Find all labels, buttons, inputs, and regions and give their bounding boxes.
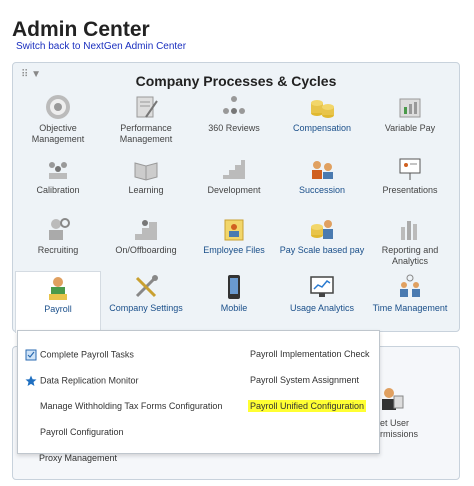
task-icon <box>25 349 37 361</box>
recruiting-icon <box>49 218 70 240</box>
star-icon <box>25 375 37 386</box>
tile-label: Time Management <box>372 303 448 313</box>
tile-label: Performance Management <box>119 123 173 144</box>
tile-label: Payroll <box>44 304 72 314</box>
tools-icon <box>135 275 158 298</box>
menu-item-data-replication-monitor[interactable]: Data Replication Monitor <box>25 375 139 387</box>
presentation-icon <box>399 158 421 180</box>
tile-label: Development <box>207 185 261 195</box>
tile-presentations[interactable]: Presentations <box>367 155 453 196</box>
people-360-icon <box>223 96 245 114</box>
page-title: Admin Center <box>12 18 150 41</box>
tile-label: Variable Pay <box>384 123 436 133</box>
tile-label: Recruiting <box>37 245 79 255</box>
tile-360-reviews[interactable]: 360 Reviews <box>191 93 277 134</box>
tile-performance-management[interactable]: Performance Management <box>103 93 189 145</box>
tile-mobile[interactable]: Mobile <box>191 273 277 314</box>
switch-nextgen-link[interactable]: Switch back to NextGen Admin Center <box>16 41 186 52</box>
book-icon <box>134 162 158 181</box>
tile-succession[interactable]: Succession <box>279 155 365 196</box>
chart-page-icon <box>399 98 421 118</box>
menu-item-payroll-unified-configuration[interactable]: Payroll Unified Configuration <box>248 400 367 412</box>
tile-payroll[interactable]: Payroll <box>15 271 101 333</box>
tile-label: Learning <box>128 185 164 195</box>
tile-objective-management[interactable]: Objective Management <box>15 93 101 145</box>
bar-report-icon <box>401 221 417 240</box>
payroll-icon <box>49 277 67 300</box>
panel-title: Company Processes & Cycles <box>135 73 337 89</box>
tile-company-settings[interactable]: Company Settings <box>103 273 189 314</box>
tile-label: Presentations <box>382 185 438 195</box>
tile-label: Usage Analytics <box>289 303 355 313</box>
menu-item-payroll-configuration[interactable]: Payroll Configuration <box>40 427 124 437</box>
target-icon <box>46 95 70 119</box>
tile-compensation[interactable]: Compensation <box>279 93 365 134</box>
tile-label: Mobile <box>220 303 248 313</box>
tile-pay-scale[interactable]: Pay Scale based pay <box>279 215 365 256</box>
tile-variable-pay[interactable]: Variable Pay <box>367 93 453 134</box>
employee-file-icon <box>224 219 244 241</box>
tile-label: 360 Reviews <box>208 123 260 133</box>
tile-on-offboarding[interactable]: On/Offboarding <box>103 215 189 256</box>
menu-item-payroll-implementation-check[interactable]: Payroll Implementation Check <box>250 349 370 359</box>
mobile-icon <box>228 275 240 299</box>
document-pen-icon <box>136 96 158 118</box>
tile-time-management[interactable]: Time Management <box>367 273 453 314</box>
proxy-management-link[interactable]: Proxy Management <box>39 453 117 463</box>
tile-label: Calibration <box>36 185 80 195</box>
set-permissions-icon[interactable] <box>380 386 404 412</box>
tile-recruiting[interactable]: Recruiting <box>15 215 101 256</box>
tile-label: Reporting and Analytics <box>381 245 439 266</box>
payroll-menu-popup: Complete Payroll Tasks Payroll Implement… <box>17 330 380 454</box>
menu-item-complete-payroll-tasks[interactable]: Complete Payroll Tasks <box>25 349 134 361</box>
tile-label: On/Offboarding <box>115 245 177 255</box>
tile-development[interactable]: Development <box>191 155 277 196</box>
group-icon <box>49 162 67 179</box>
company-processes-panel: ⠿ ▼ Company Processes & Cycles Objective… <box>12 62 460 333</box>
menu-item-payroll-system-assignment[interactable]: Payroll System Assignment <box>250 375 359 385</box>
tile-label: Pay Scale based pay <box>279 245 365 255</box>
tile-label: Employee Files <box>203 245 265 255</box>
tile-usage-analytics[interactable]: Usage Analytics <box>279 273 365 314</box>
tile-employee-files[interactable]: Employee Files <box>191 215 277 256</box>
coins-icon <box>311 100 334 118</box>
tile-label: Succession <box>298 185 346 195</box>
set-permissions-label[interactable]: et User rmissions <box>380 418 418 440</box>
tile-reporting-analytics[interactable]: Reporting and Analytics <box>367 215 453 267</box>
tile-label: Compensation <box>292 123 352 133</box>
steps-icon <box>223 160 245 179</box>
monitor-chart-icon <box>310 276 334 297</box>
time-people-icon <box>400 274 420 297</box>
tile-learning[interactable]: Learning <box>103 155 189 196</box>
tile-label: Company Settings <box>109 303 183 313</box>
tile-label: Objective Management <box>31 123 85 144</box>
menu-item-withholding-tax-forms[interactable]: Manage Withholding Tax Forms Configurati… <box>40 401 222 411</box>
tile-calibration[interactable]: Calibration <box>15 155 101 196</box>
pay-scale-icon <box>311 220 333 239</box>
succession-icon <box>312 161 333 179</box>
onboarding-icon <box>135 220 157 240</box>
